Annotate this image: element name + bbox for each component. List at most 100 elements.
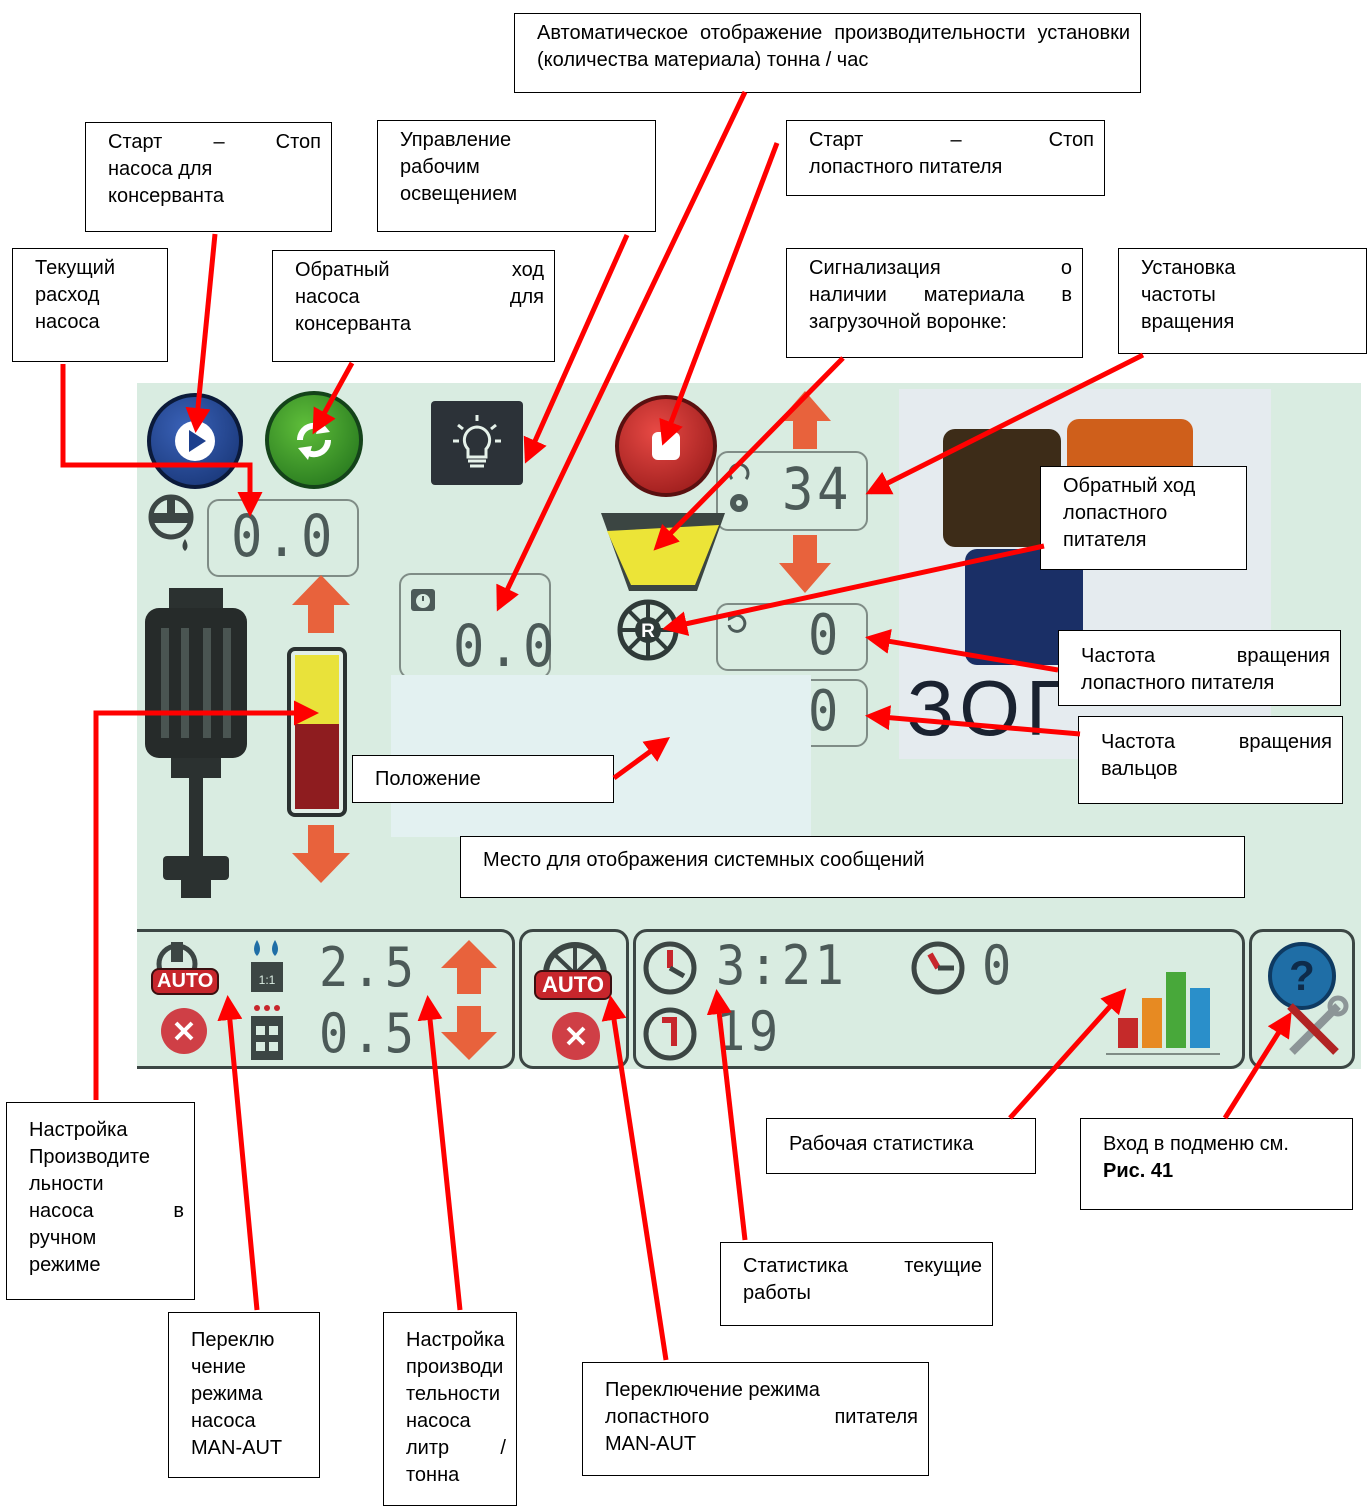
roller-rotation-value: 0: [808, 679, 843, 744]
pump-rate-setting-value[interactable]: 0.5: [319, 1004, 418, 1064]
callout-line: Вход в подменю см.: [1103, 1133, 1289, 1155]
callout-line: Обратный ход: [295, 259, 544, 281]
callout-line: режиме: [29, 1254, 101, 1276]
stats-bars-icon[interactable]: [1096, 948, 1226, 1060]
callout-line: литр /: [406, 1437, 506, 1459]
callout-pump-start-stop: Старт – Стоп насоса для консерванта: [85, 122, 332, 232]
callout-feeder-mode-switch: Переключение режима лопастного питателя …: [582, 1362, 929, 1476]
callout-line: Текущий: [35, 257, 115, 279]
level-red: [295, 724, 339, 809]
pump-rate-value: 2.5: [319, 936, 418, 999]
callout-line: частоты: [1141, 284, 1216, 306]
pump-mode-panel: AUTO 1:1 2.5 0.5: [137, 929, 515, 1069]
callout-line: MAN-AUT: [605, 1433, 697, 1455]
callout-line: Переклю: [191, 1329, 275, 1351]
feeder-start-stop-button[interactable]: [615, 395, 717, 497]
capacity-value: 0.0: [453, 612, 559, 680]
callout-line: насоса: [406, 1410, 471, 1432]
arrow-down-icon[interactable]: [777, 533, 833, 595]
arrow-up-icon[interactable]: [290, 573, 352, 635]
callout-line: Частота вращения: [1101, 731, 1332, 753]
callout-line: режима: [191, 1383, 263, 1405]
callout-pump-rate-setting: Настройка производи тельности насоса лит…: [383, 1312, 517, 1506]
callout-work-statistics: Рабочая статистика: [766, 1118, 1036, 1174]
callout-line: насоса: [191, 1410, 256, 1432]
callout-line: Переключение режима: [605, 1379, 820, 1401]
callout-system-messages: Место для отображения системных сообщени…: [460, 836, 1245, 898]
callout-line: лопастного питателя: [605, 1406, 918, 1428]
lighting-button[interactable]: [431, 401, 523, 485]
refresh-icon: [296, 420, 332, 460]
callout-line: Управление: [400, 129, 512, 151]
callout-line: льности: [29, 1173, 104, 1195]
feeder-rotation-display: 0: [716, 603, 868, 671]
rotation-frequency-setting-display[interactable]: 34: [716, 451, 868, 531]
help-settings-button[interactable]: ?: [1249, 929, 1355, 1069]
callout-pump-manual-capacity: Настройка Производите льности насоса в р…: [6, 1102, 195, 1300]
callout-line: наличии материала в: [809, 284, 1072, 306]
pump-cylinder-icon: [145, 588, 247, 898]
timer-icon: [911, 941, 965, 995]
callout-line: Старт – Стоп: [108, 131, 321, 153]
feeder-mode-manual-button[interactable]: [552, 1012, 600, 1060]
callout-line: лопастного питателя: [1081, 672, 1275, 694]
callout-line: консерванта: [108, 185, 225, 207]
callout-line: рабочим: [400, 156, 480, 178]
callout-text: Место для отображения системных сообщени…: [483, 849, 925, 871]
wrench-icon: [1287, 995, 1349, 1055]
callout-line: насоса: [35, 311, 100, 333]
callout-pump-mode-switch: Переклю чение режима насоса MAN-AUT: [168, 1312, 320, 1478]
pump-level-bar[interactable]: [287, 647, 347, 817]
pump-mode-manual-button[interactable]: [161, 1008, 207, 1054]
statistics-panel: 3:21 0 19: [633, 929, 1245, 1069]
callout-line: Обратный ход: [1063, 475, 1196, 497]
hopper-icon: [601, 513, 725, 591]
droplets-icon: 1:1: [251, 940, 283, 992]
timer-icon: [643, 941, 697, 995]
callout-line: освещением: [400, 183, 518, 205]
work-time-value: 3:21: [716, 934, 848, 997]
arrow-up-icon[interactable]: [777, 389, 833, 451]
pump-start-stop-button[interactable]: [147, 393, 243, 489]
stop-icon: [652, 432, 680, 460]
arrow-down-icon[interactable]: [439, 1004, 499, 1062]
arrow-up-icon[interactable]: [439, 938, 499, 996]
callout-text: Положение: [375, 768, 481, 790]
callout-line: тонна: [406, 1464, 460, 1486]
close-icon: [174, 1021, 194, 1041]
callout-line: насоса для: [108, 158, 213, 180]
callout-line: Частота вращения: [1081, 645, 1330, 667]
light-bulb-icon: [453, 415, 501, 468]
callout-line: Настройка: [406, 1329, 505, 1351]
callout-line: вальцов: [1101, 758, 1178, 780]
pump-reverse-button[interactable]: [265, 391, 363, 489]
callout-current-flow: Текущий расход насоса: [12, 248, 168, 362]
callout-line: расход: [35, 284, 100, 306]
callout-line: Рис. 41: [1103, 1160, 1174, 1182]
callout-feeder-reverse: Обратный ход лопастного питателя: [1040, 466, 1247, 570]
brand-text: ЗОГ: [907, 664, 1075, 752]
pump-mode-auto-badge[interactable]: AUTO: [151, 968, 220, 995]
rotation-icon: [727, 613, 747, 633]
callout-submenu: Вход в подменю см. Рис. 41: [1080, 1118, 1353, 1210]
callout-line: вращения: [1141, 311, 1235, 333]
callout-line: ручном: [29, 1227, 97, 1249]
scale-clock-icon: [411, 589, 435, 611]
callout-line: консерванта: [295, 313, 412, 335]
callout-material-signal: Сигнализация о наличии материала в загру…: [786, 248, 1083, 358]
reverse-wheel-icon[interactable]: R: [615, 597, 681, 663]
arrow-down-icon[interactable]: [290, 823, 352, 885]
level-yellow: [295, 655, 339, 725]
callout-line: Старт – Стоп: [809, 129, 1094, 151]
callout-line: Настройка: [29, 1119, 128, 1141]
feeder-mode-auto-badge[interactable]: AUTO: [534, 970, 612, 1000]
callout-line: лопастного питателя: [809, 156, 1003, 178]
callout-line: чение: [191, 1356, 246, 1378]
callout-line: Производите: [29, 1146, 150, 1168]
callout-line: MAN-AUT: [191, 1437, 283, 1459]
callout-line: загрузочной воронке:: [809, 311, 1007, 333]
callout-pump-reverse: Обратный ход насоса для консерванта: [272, 250, 555, 362]
callout-current-work-stats: Статистика текущие работы: [720, 1242, 993, 1326]
callout-auto-capacity: Автоматическое отображение производитель…: [514, 13, 1141, 93]
callout-line: Установка: [1141, 257, 1236, 279]
